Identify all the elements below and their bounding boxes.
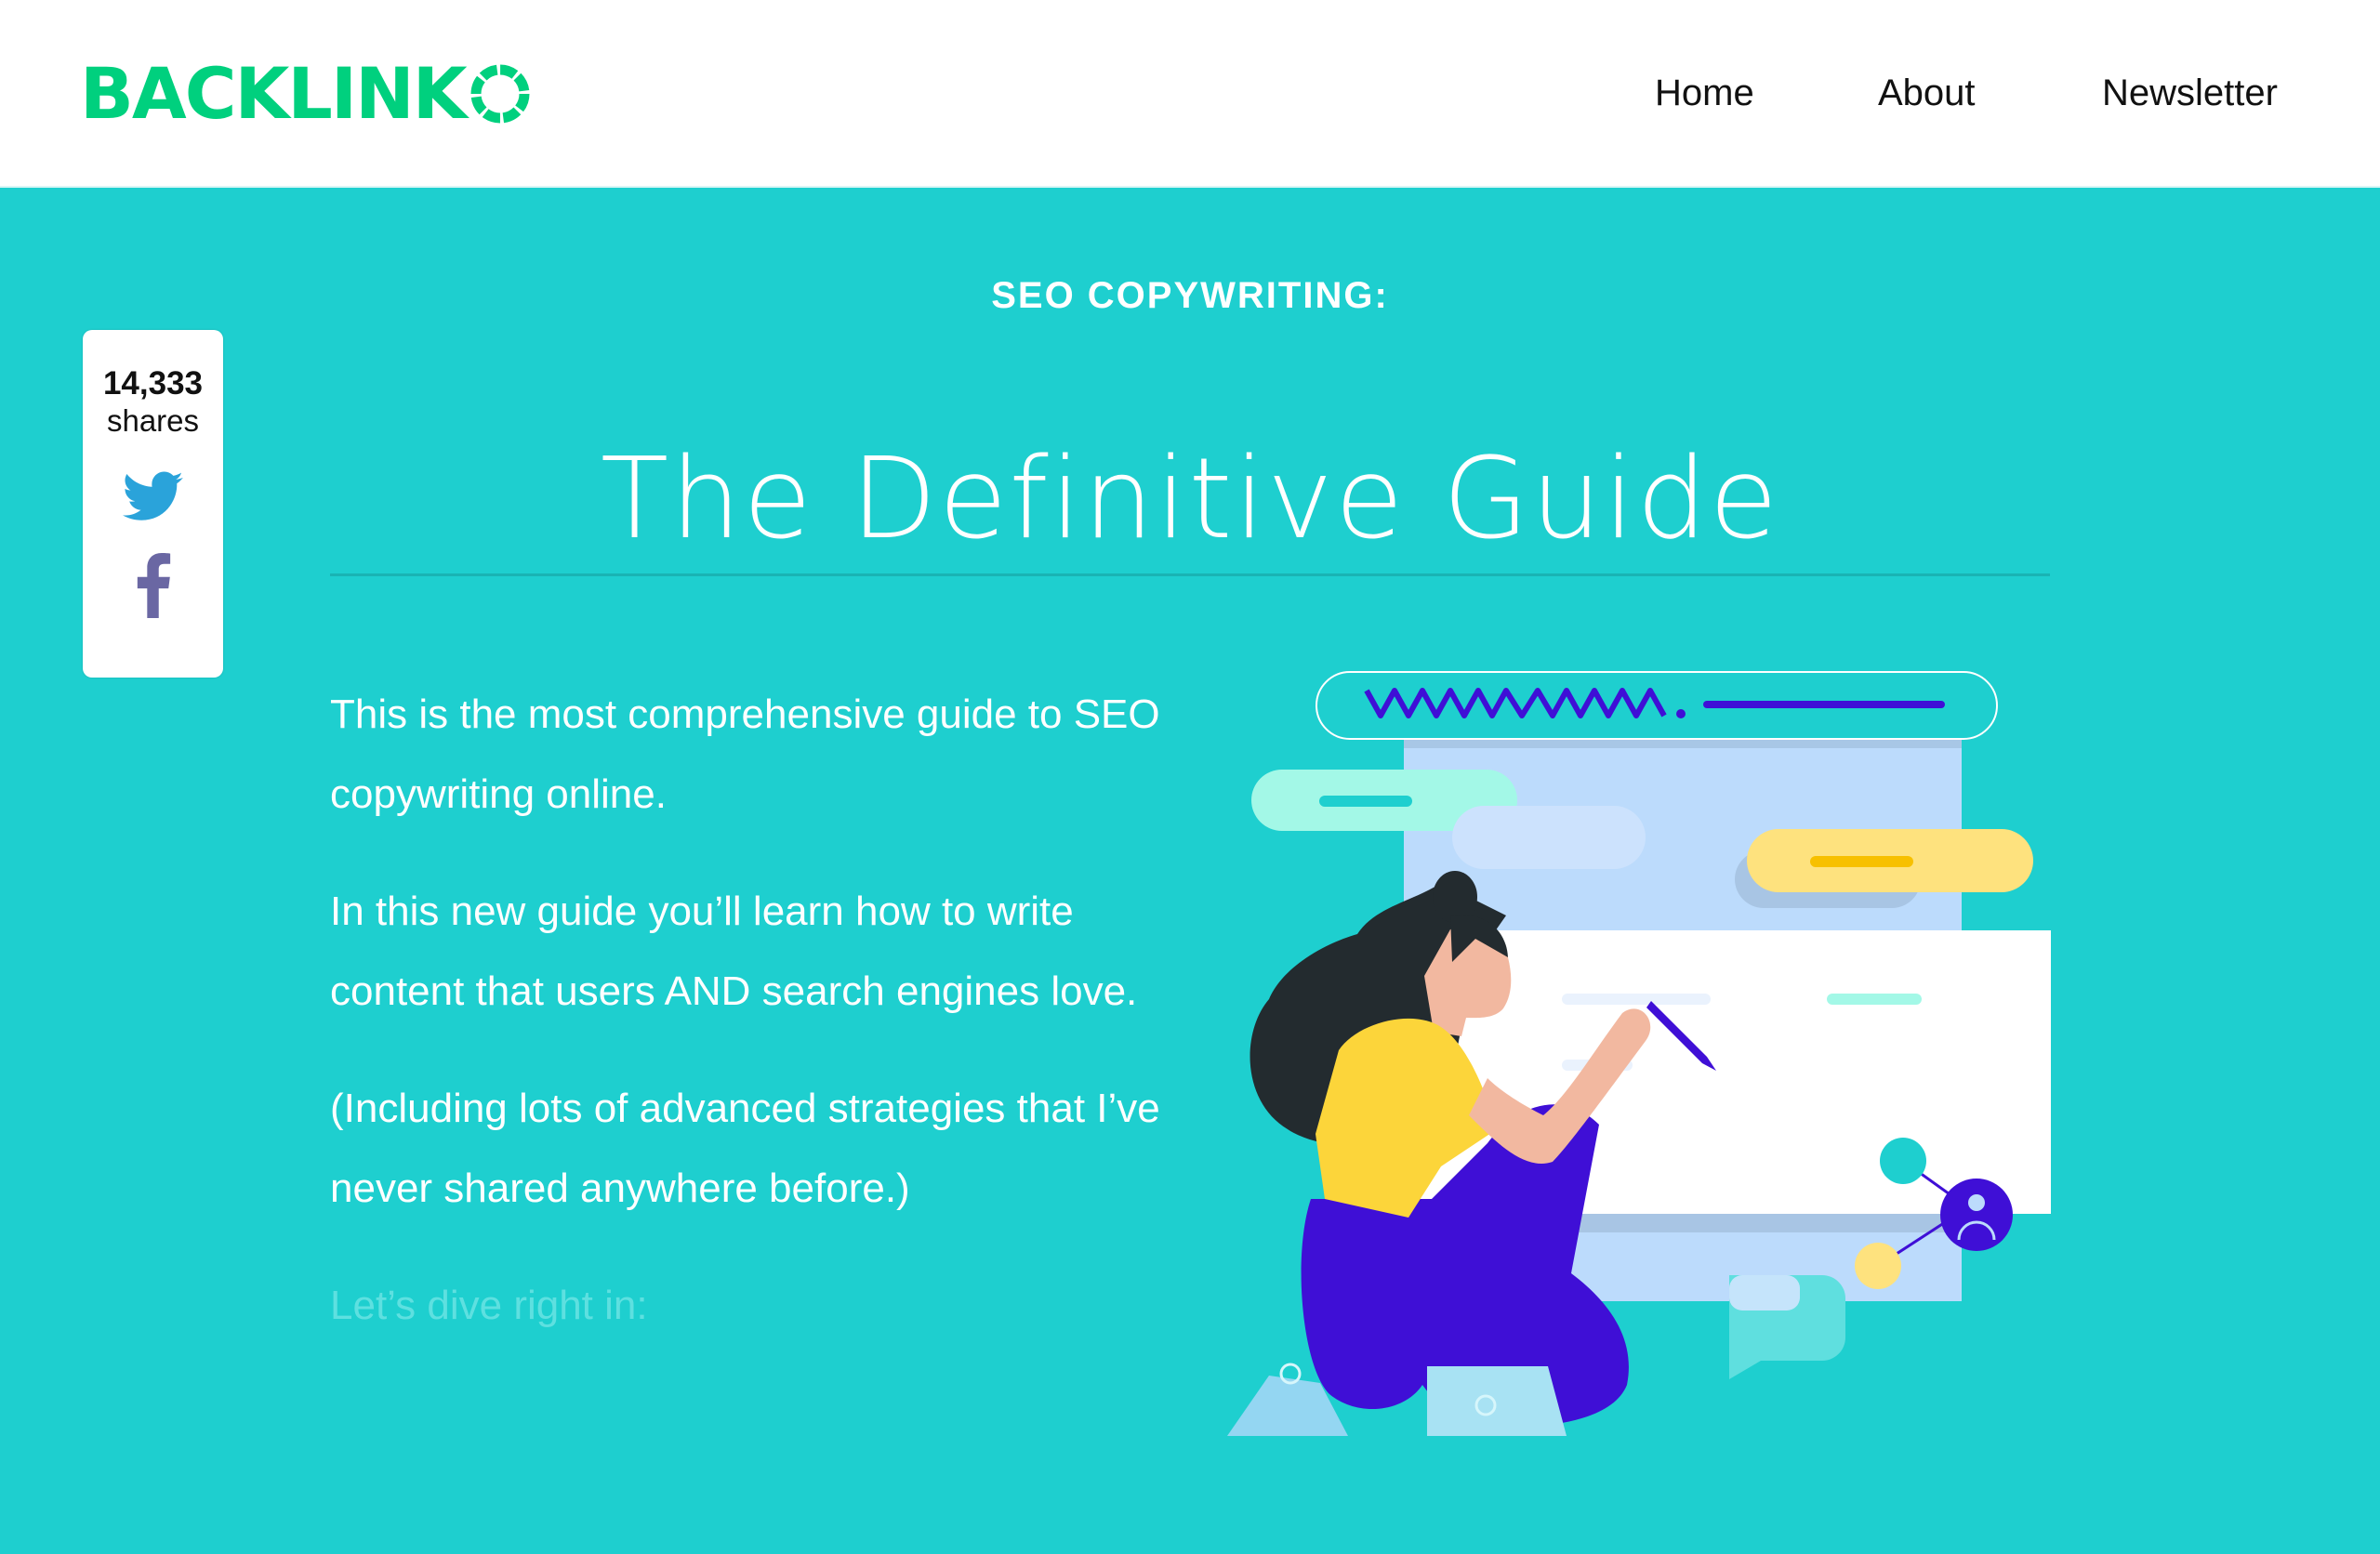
title-divider [330,573,2050,576]
article-kicker: SEO COPYWRITING: [991,275,1389,316]
nav-about[interactable]: About [1878,65,1976,121]
backlinko-logo[interactable]: BACKLINK [80,58,531,130]
url-dot [1676,709,1686,718]
teal-node [1880,1138,1926,1184]
intro-paragraph: In this new guide you’ll learn how to wr… [330,889,1138,1014]
page-title-text: The Definitive Guide [600,435,1780,565]
intro-paragraph: This is the most comprehensive guide to … [330,691,1160,817]
intro-paragraph: (Including lots of advanced strategies t… [330,1086,1160,1211]
share-count: 14,333 [102,365,204,402]
faded-bubble [1452,806,1646,869]
yellow-node [1855,1243,1901,1289]
site-header: BACKLINK Home About Newsletter [0,0,2380,188]
intro-text: This is the most comprehensive guide to … [330,675,1167,1383]
logo-text: BACKLINK [80,52,468,135]
hero-illustration [1227,671,2051,1436]
page-title: The Definitive Guide [0,435,2380,565]
share-label: shares [106,403,200,438]
back-page-shadow [1404,739,1962,748]
user-node [1940,1179,2013,1251]
nav-newsletter[interactable]: Newsletter [2102,65,2278,121]
logo-ring-icon [470,64,530,124]
dive-in-text: Let’s dive right in: [330,1283,648,1328]
nav-home[interactable]: Home [1655,65,1754,121]
shoe-right [1427,1366,1567,1436]
